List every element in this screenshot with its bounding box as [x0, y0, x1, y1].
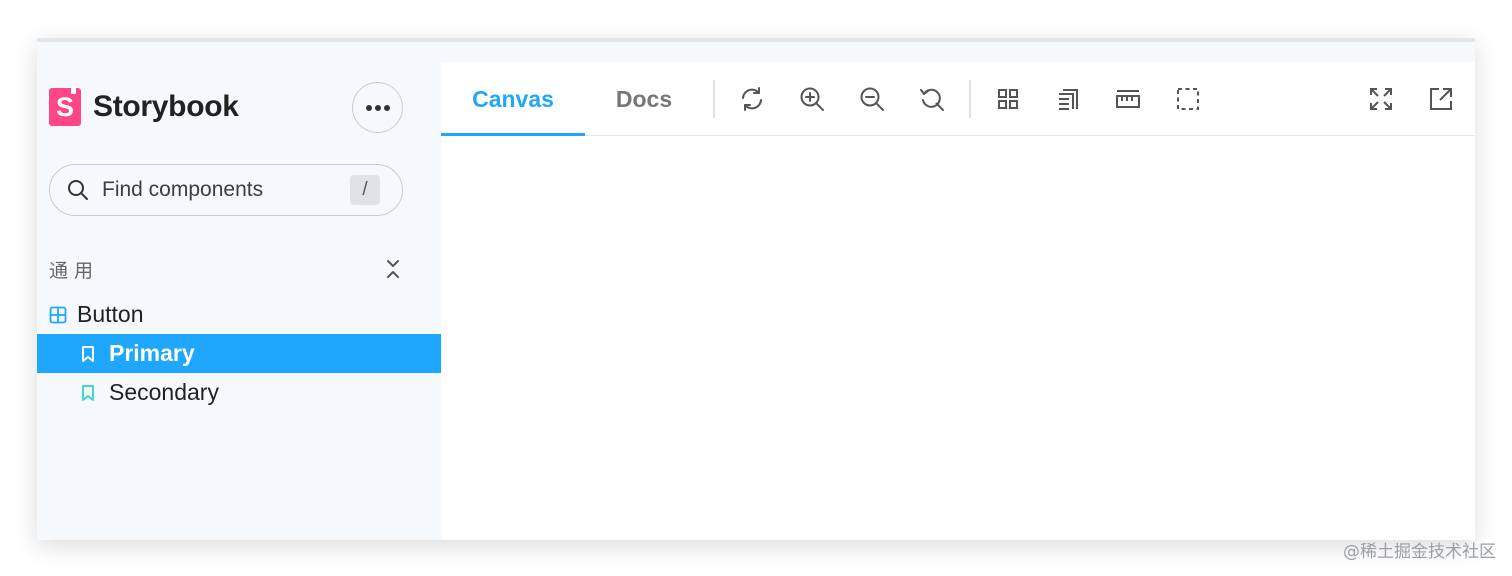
storybook-logo: S	[49, 87, 81, 126]
zoom-in-button[interactable]	[797, 84, 827, 114]
brand[interactable]: S Storybook	[49, 87, 239, 126]
remount-button[interactable]	[737, 84, 767, 114]
sidebar-item-label: Button	[77, 301, 144, 327]
remount-icon	[742, 87, 762, 111]
sidebar-item-label: Secondary	[109, 379, 219, 405]
watermark-text: @稀土掘金技术社区	[1343, 542, 1496, 562]
bookmark-icon	[82, 345, 94, 362]
outline-button[interactable]	[1173, 84, 1203, 114]
brand-name: Storybook	[93, 90, 239, 123]
bookmark-icon	[82, 384, 94, 401]
sidebar-item-secondary[interactable]: Secondary	[37, 373, 441, 412]
zoom-in-icon	[800, 87, 824, 111]
reset-zoom-icon	[920, 88, 944, 111]
sidebar-item-button[interactable]: Button	[37, 295, 441, 334]
grid-button[interactable]	[993, 84, 1023, 114]
search-icon	[68, 180, 88, 200]
search-shortcut-key: /	[350, 175, 380, 205]
ellipsis-icon	[365, 104, 390, 111]
grid-icon	[998, 89, 1018, 109]
open-new-tab-button[interactable]	[1426, 84, 1456, 114]
outline-icon	[1177, 88, 1199, 110]
search-box[interactable]: /	[49, 164, 403, 216]
toolbar: Canvas Docs	[441, 62, 1475, 137]
component-icon	[49, 306, 67, 323]
zoom-out-button[interactable]	[857, 84, 887, 114]
sidebar-item-primary[interactable]: Primary	[37, 334, 441, 373]
storybook-window: S Storybook / 通用	[37, 38, 1475, 540]
preview-panel: Canvas Docs	[441, 62, 1475, 540]
group-label: 通用	[49, 259, 100, 282]
tab-canvas[interactable]: Canvas	[441, 62, 585, 137]
preview-canvas[interactable]	[441, 136, 1475, 540]
background-button[interactable]	[1053, 84, 1083, 114]
menu-button[interactable]	[352, 82, 403, 133]
reset-zoom-button[interactable]	[917, 84, 947, 114]
sidebar: S Storybook / 通用	[37, 42, 441, 540]
toolbar-divider	[713, 80, 715, 118]
fullscreen-icon	[1370, 88, 1392, 110]
sidebar-item-label: Primary	[109, 340, 195, 366]
fullscreen-button[interactable]	[1366, 84, 1396, 114]
search-input[interactable]	[102, 178, 342, 202]
collapse-icon[interactable]	[383, 258, 403, 280]
tab-docs[interactable]: Docs	[585, 62, 703, 136]
toolbar-divider	[969, 80, 971, 118]
zoom-out-icon	[860, 87, 884, 111]
sidebar-group-header[interactable]: 通用	[49, 256, 403, 282]
background-icon	[1059, 89, 1078, 110]
measure-button[interactable]	[1113, 84, 1143, 114]
measure-icon	[1116, 90, 1140, 108]
open-new-tab-icon	[1430, 88, 1452, 110]
